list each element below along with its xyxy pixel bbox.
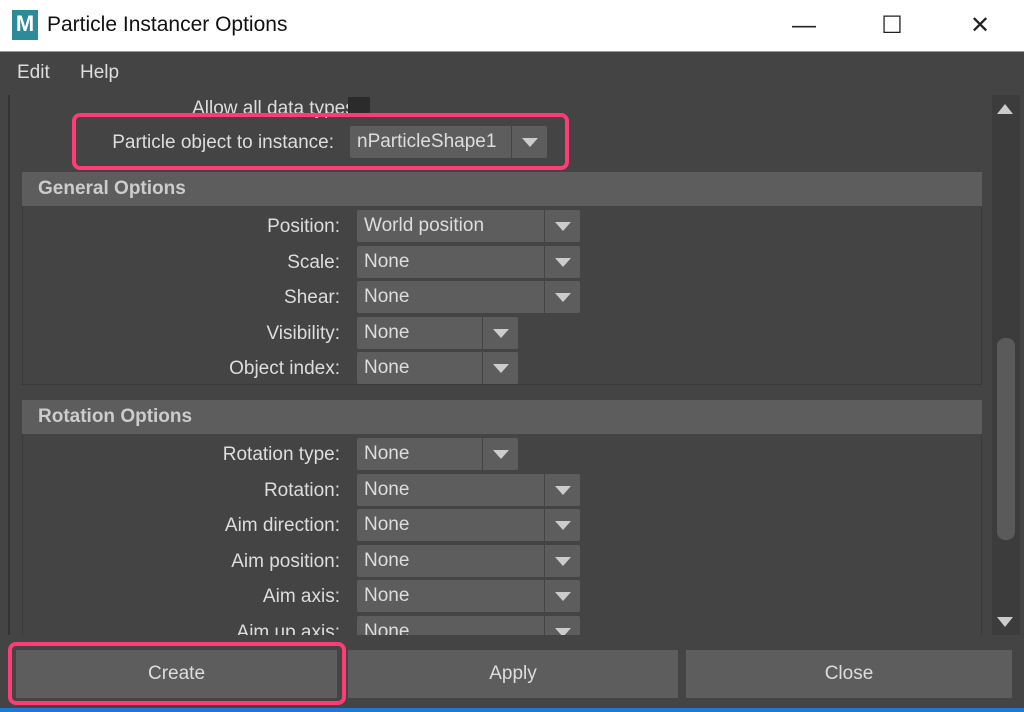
option-dropdown[interactable]: None — [357, 352, 518, 385]
option-dropdown[interactable]: None — [357, 509, 580, 542]
option-value: None — [364, 585, 410, 607]
option-value: None — [364, 250, 410, 272]
option-value: None — [364, 357, 410, 379]
option-value: None — [364, 321, 410, 343]
option-dropdown[interactable]: None — [357, 245, 580, 278]
rotation-options-header[interactable]: Rotation Options — [22, 400, 982, 434]
general-options-header[interactable]: General Options — [22, 172, 982, 206]
scroll-up-icon[interactable] — [997, 104, 1013, 114]
option-value: None — [364, 621, 410, 635]
option-dropdown[interactable]: World position — [357, 210, 580, 242]
option-dropdown[interactable]: None — [357, 544, 580, 577]
maya-logo-icon: M — [12, 10, 38, 40]
scrollbar-thumb[interactable] — [997, 338, 1015, 540]
option-dropdown[interactable]: None — [357, 616, 580, 635]
option-value: World position — [364, 215, 485, 236]
option-value: None — [364, 286, 410, 308]
option-label: Shear: — [284, 287, 340, 309]
option-label: Scale: — [287, 251, 340, 273]
menu-bar — [0, 53, 1024, 95]
chevron-down-icon — [482, 438, 518, 470]
window-title: Particle Instancer Options — [47, 13, 288, 36]
minimize-icon[interactable]: — — [784, 8, 824, 44]
chevron-down-icon — [544, 580, 580, 613]
highlight-particle-object — [72, 113, 569, 170]
option-dropdown[interactable]: None — [357, 438, 518, 470]
option-label: Rotation: — [263, 479, 340, 501]
scroll-down-icon[interactable] — [997, 617, 1013, 627]
option-label: Aim up axis: — [236, 622, 340, 635]
chevron-down-icon — [544, 210, 580, 242]
chevron-down-icon — [482, 352, 518, 385]
option-value: None — [364, 514, 410, 536]
option-label: Visibility: — [266, 322, 340, 344]
option-value: None — [364, 478, 410, 500]
option-label: Rotation type: — [222, 444, 340, 465]
chevron-down-icon — [482, 316, 518, 349]
options-scroll-area: Allow all data types: Particle object to… — [8, 95, 990, 635]
chevron-down-icon — [544, 473, 580, 506]
title-bar: M Particle Instancer Options — ☐ ✕ — [0, 0, 1024, 52]
chevron-down-icon — [544, 281, 580, 314]
taskbar-edge — [0, 708, 1024, 712]
chevron-down-icon — [544, 509, 580, 542]
chevron-down-icon — [544, 616, 580, 635]
maximize-icon[interactable]: ☐ — [872, 8, 912, 44]
option-label: Position: — [267, 216, 340, 237]
menu-help[interactable]: Help — [80, 62, 119, 84]
option-value: None — [364, 549, 410, 571]
option-dropdown[interactable]: None — [357, 580, 580, 613]
option-dropdown[interactable]: None — [357, 316, 518, 349]
option-label: Aim axis: — [262, 586, 340, 608]
apply-button[interactable]: Apply — [348, 650, 678, 698]
chevron-down-icon — [544, 544, 580, 577]
option-label: Object index: — [229, 358, 340, 380]
option-dropdown[interactable]: None — [357, 473, 580, 506]
option-value: None — [364, 443, 410, 464]
option-label: Aim position: — [231, 550, 340, 572]
menu-edit[interactable]: Edit — [17, 62, 50, 84]
highlight-create-button — [8, 642, 346, 705]
option-label: Aim direction: — [224, 515, 340, 537]
option-dropdown[interactable]: None — [357, 281, 580, 314]
chevron-down-icon — [544, 245, 580, 278]
close-icon[interactable]: ✕ — [960, 8, 1000, 44]
close-button[interactable]: Close — [686, 650, 1012, 698]
